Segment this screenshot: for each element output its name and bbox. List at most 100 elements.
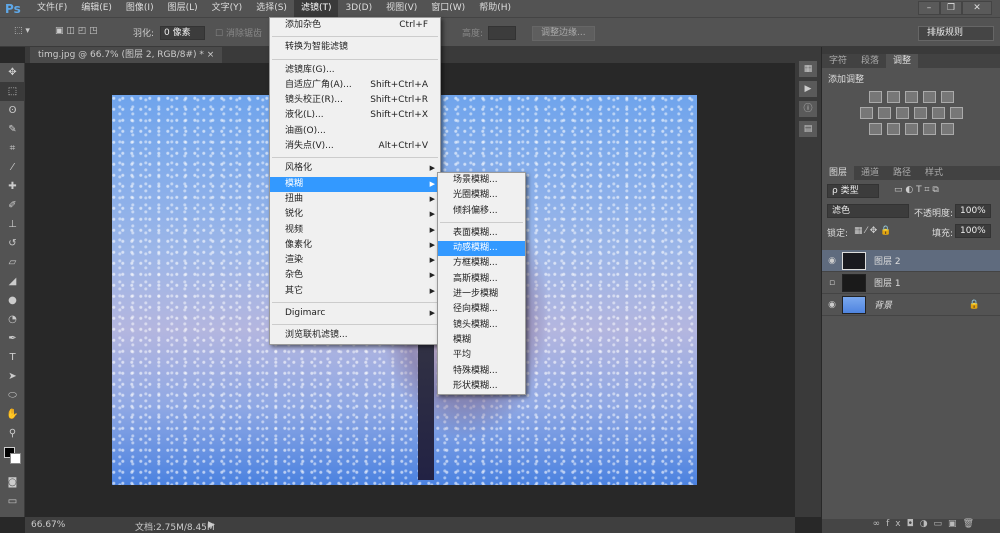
- menu-item-browse-filters-online[interactable]: 浏览联机滤镜...: [270, 328, 440, 343]
- shape-tool-icon[interactable]: ⬭: [0, 386, 25, 405]
- quick-select-icon[interactable]: ✎: [0, 120, 25, 139]
- blend-mode-select[interactable]: 滤色: [827, 204, 909, 218]
- zoom-level[interactable]: 66.67%: [31, 520, 65, 530]
- menu-select[interactable]: 选择(S): [249, 0, 294, 17]
- eraser-icon[interactable]: ▱: [0, 253, 25, 272]
- info-icon[interactable]: ⓘ: [799, 101, 817, 117]
- menu-edit[interactable]: 编辑(E): [74, 0, 119, 17]
- menu-item-liquify[interactable]: 液化(L)... Shift+Ctrl+X: [270, 108, 440, 123]
- menu-item-iris-blur[interactable]: 光圈模糊...: [438, 188, 525, 203]
- menu-item-gaussian-blur[interactable]: 高斯模糊...: [438, 272, 525, 287]
- adjustment-icons-row[interactable]: [828, 123, 994, 135]
- swatches-icon[interactable]: ▤: [799, 121, 817, 137]
- menu-item-convert-smart-filter[interactable]: 转换为智能滤镜: [270, 40, 440, 55]
- menu-file[interactable]: 文件(F): [30, 0, 74, 17]
- layer-row[interactable]: ◉ 背景 🔒: [822, 294, 1000, 316]
- menu-item-distort[interactable]: 扭曲 ▶: [270, 192, 440, 207]
- menu-type[interactable]: 文字(Y): [205, 0, 250, 17]
- refine-edge-button[interactable]: 调整边缘...: [532, 26, 595, 41]
- layer-row[interactable]: ◉ 图层 2: [822, 250, 1000, 272]
- menu-3d[interactable]: 3D(D): [338, 0, 379, 17]
- menu-item-video[interactable]: 视频 ▶: [270, 223, 440, 238]
- menu-item-blur[interactable]: 模糊: [438, 333, 525, 348]
- clone-stamp-icon[interactable]: ⊥: [0, 215, 25, 234]
- menu-view[interactable]: 视图(V): [379, 0, 424, 17]
- menu-item-field-blur[interactable]: 场景模糊...: [438, 173, 525, 188]
- layer-row[interactable]: ▫ 图层 1: [822, 272, 1000, 294]
- menu-window[interactable]: 窗口(W): [424, 0, 472, 17]
- status-menu-arrow-icon[interactable]: ▶: [208, 520, 215, 530]
- healing-brush-icon[interactable]: ✚: [0, 177, 25, 196]
- marquee-tool-icon[interactable]: ⬚ ▾: [14, 26, 30, 36]
- tab-paragraph[interactable]: 段落: [854, 54, 886, 68]
- tab-layers[interactable]: 图层: [822, 166, 855, 180]
- move-tool-icon[interactable]: ✥: [0, 63, 25, 82]
- tab-channels[interactable]: 通道: [854, 166, 886, 180]
- menu-layer[interactable]: 图层(L): [161, 0, 205, 17]
- menu-item-add-noise[interactable]: 添加杂色 Ctrl+F: [270, 18, 440, 33]
- brush-tool-icon[interactable]: ✐: [0, 196, 25, 215]
- menu-item-adaptive-wide-angle[interactable]: 自适应广角(A)... Shift+Ctrl+A: [270, 78, 440, 93]
- eyedropper-icon[interactable]: ⁄: [0, 158, 25, 177]
- document-tab[interactable]: timg.jpg @ 66.7% (图层 2, RGB/8#) * ×: [30, 47, 223, 63]
- menu-item-noise[interactable]: 杂色 ▶: [270, 268, 440, 283]
- menu-help[interactable]: 帮助(H): [472, 0, 518, 17]
- menu-item-vanishing-point[interactable]: 消失点(V)... Alt+Ctrl+V: [270, 139, 440, 154]
- menu-item-lens-correction[interactable]: 镜头校正(R)... Shift+Ctrl+R: [270, 93, 440, 108]
- history-icon[interactable]: ▦: [799, 61, 817, 77]
- adjustment-icons-row[interactable]: [828, 107, 994, 119]
- close-button[interactable]: ✕: [962, 1, 992, 15]
- layer-filter-select[interactable]: ρ 类型: [827, 184, 879, 198]
- menu-item-box-blur[interactable]: 方框模糊...: [438, 256, 525, 271]
- menu-item-other[interactable]: 其它 ▶: [270, 284, 440, 299]
- lasso-tool-icon[interactable]: ʘ: [0, 101, 25, 120]
- menu-item-surface-blur[interactable]: 表面模糊...: [438, 226, 525, 241]
- menu-item-pixelate[interactable]: 像素化 ▶: [270, 238, 440, 253]
- menu-item-render[interactable]: 渲染 ▶: [270, 253, 440, 268]
- crop-tool-icon[interactable]: ⌗: [0, 139, 25, 158]
- feather-input[interactable]: 0 像素: [160, 26, 205, 40]
- visibility-toggle-off[interactable]: ▫: [822, 278, 842, 288]
- menu-item-shape-blur[interactable]: 形状模糊...: [438, 379, 525, 394]
- menu-item-stylize[interactable]: 风格化 ▶: [270, 161, 440, 176]
- color-swatches-icon[interactable]: [0, 443, 25, 473]
- zoom-tool-icon[interactable]: ⚲: [0, 424, 25, 443]
- tab-paths[interactable]: 路径: [886, 166, 918, 180]
- hand-tool-icon[interactable]: ✋: [0, 405, 25, 424]
- minimize-button[interactable]: –: [918, 1, 940, 15]
- menu-item-sharpen[interactable]: 锐化 ▶: [270, 207, 440, 222]
- workspace-select[interactable]: 排版规则: [918, 26, 994, 41]
- tab-adjustments[interactable]: 调整: [886, 54, 919, 68]
- quick-mask-icon[interactable]: ◙: [0, 473, 25, 492]
- height-input[interactable]: [488, 26, 516, 40]
- menu-item-motion-blur[interactable]: 动感模糊...: [438, 241, 525, 257]
- menu-item-oil-paint[interactable]: 油画(O)...: [270, 124, 440, 139]
- menu-item-lens-blur[interactable]: 镜头模糊...: [438, 318, 525, 333]
- menu-item-digimarc[interactable]: Digimarc ▶: [270, 306, 440, 321]
- visibility-eye-icon[interactable]: ◉: [822, 300, 842, 310]
- paint-bucket-icon[interactable]: ◢: [0, 272, 25, 291]
- opacity-input[interactable]: 100%: [955, 204, 991, 218]
- visibility-eye-icon[interactable]: ◉: [822, 256, 842, 266]
- actions-icon[interactable]: ▶: [799, 81, 817, 97]
- screen-mode-icon[interactable]: ▭: [0, 492, 25, 511]
- dodge-tool-icon[interactable]: ◔: [0, 310, 25, 329]
- tab-styles[interactable]: 样式: [918, 166, 950, 180]
- marquee-tool-icon[interactable]: ⬚: [0, 82, 25, 101]
- blur-tool-icon[interactable]: ●: [0, 291, 25, 310]
- menu-filter[interactable]: 滤镜(T): [293, 0, 339, 17]
- restore-button[interactable]: ❐: [940, 1, 962, 15]
- pen-tool-icon[interactable]: ✒: [0, 329, 25, 348]
- menu-item-average[interactable]: 平均: [438, 348, 525, 363]
- lock-icons[interactable]: ▦ ⁄ ✥ 🔒: [854, 226, 891, 236]
- type-tool-icon[interactable]: T: [0, 348, 25, 367]
- menu-item-radial-blur[interactable]: 径向模糊...: [438, 302, 525, 317]
- layers-footer-icons[interactable]: ∞fx◘◑▭▣🗑: [822, 519, 1000, 533]
- antialias-checkbox[interactable]: ☐ 消除锯齿: [215, 26, 262, 39]
- menu-image[interactable]: 图像(I): [119, 0, 161, 17]
- history-brush-icon[interactable]: ↺: [0, 234, 25, 253]
- layer-filter-icons[interactable]: ▭ ◐ T ⌗ ⧉: [894, 185, 939, 195]
- menu-item-blur-more[interactable]: 进一步模糊: [438, 287, 525, 302]
- adjustment-icons-row[interactable]: [828, 91, 994, 103]
- tab-character[interactable]: 字符: [822, 54, 854, 68]
